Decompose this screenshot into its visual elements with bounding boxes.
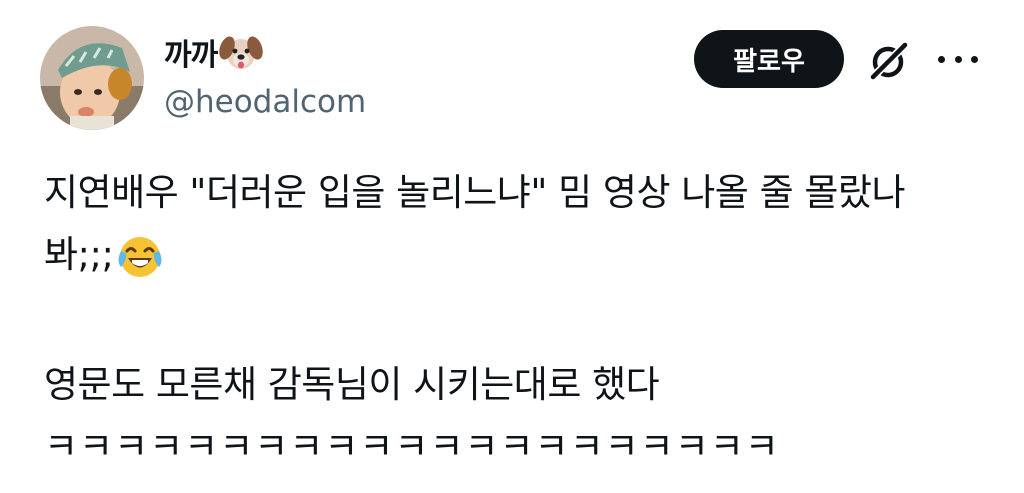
avatar-image <box>40 26 144 130</box>
dog-face-icon <box>219 32 263 72</box>
tweet-text-line: ㅋㅋㅋㅋㅋㅋㅋㅋㅋㅋㅋㅋㅋㅋㅋㅋㅋㅋㅋㅋㅋ <box>44 425 780 468</box>
avatar[interactable] <box>40 26 144 130</box>
tweet-text-line: 영문도 모른채 감독님이 시키는대로 했다 <box>44 363 660 406</box>
display-name[interactable]: 까까 <box>164 30 218 74</box>
tweet-text-line: 봐;;; <box>44 224 1004 286</box>
author-handle[interactable]: @heodalcom <box>164 84 366 120</box>
more-dot <box>971 55 978 63</box>
more-dot <box>938 55 945 63</box>
face-with-tears-of-joy-icon <box>115 231 165 281</box>
more-dot <box>954 55 962 63</box>
tweet-text-fragment: 봐;;; <box>44 233 114 276</box>
tweet-text-line: 지연배우 "더러운 입을 놀리느냐" 밈 영상 나올 줄 몰랐나 <box>44 171 906 214</box>
author-name-row[interactable]: 까까 <box>164 28 263 76</box>
grok-icon[interactable] <box>866 38 912 84</box>
follow-button[interactable]: 팔로우 <box>694 30 844 88</box>
more-icon[interactable] <box>938 46 978 72</box>
